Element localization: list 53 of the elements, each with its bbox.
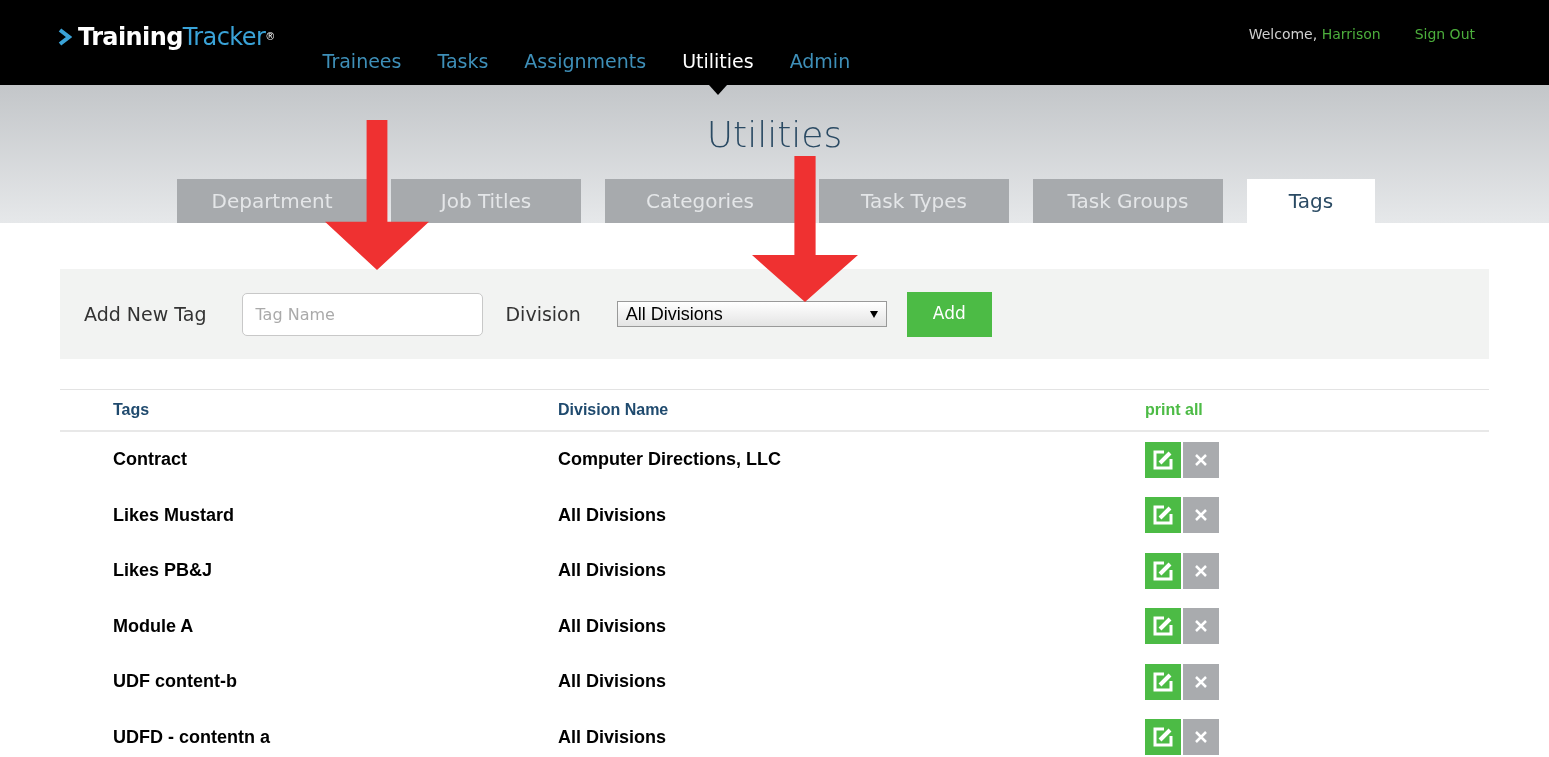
nav-link[interactable]: Assignments bbox=[512, 49, 659, 85]
table-cell-text: Computer Directions, LLC bbox=[558, 448, 782, 472]
close-icon bbox=[1195, 731, 1207, 744]
tag-name-field[interactable]: Tag Name bbox=[242, 292, 484, 336]
edit-button[interactable] bbox=[1145, 719, 1181, 756]
edit-icon bbox=[1152, 559, 1174, 582]
edit-icon bbox=[1152, 726, 1174, 749]
close-icon bbox=[1195, 620, 1207, 633]
sign-out-link[interactable]: Sign Out bbox=[1414, 24, 1475, 45]
table-cell-text: All Divisions bbox=[558, 503, 668, 527]
close-icon bbox=[1195, 564, 1207, 577]
table-cell-text: UDF content-b bbox=[112, 670, 238, 694]
close-icon bbox=[1195, 509, 1207, 522]
table-cell-text: All Divisions bbox=[558, 614, 668, 638]
page-title: Utilities bbox=[706, 113, 843, 157]
table-cell-text: All Divisions bbox=[558, 670, 668, 694]
edit-button[interactable] bbox=[1145, 608, 1181, 645]
close-icon bbox=[1195, 675, 1207, 688]
edit-button[interactable] bbox=[1145, 497, 1181, 534]
delete-button[interactable] bbox=[1183, 552, 1219, 589]
edit-button[interactable] bbox=[1145, 441, 1181, 478]
table-cell-text: UDFD - contentn a bbox=[112, 725, 271, 749]
division-select[interactable]: All Divisions bbox=[616, 301, 887, 327]
edit-icon bbox=[1152, 615, 1174, 638]
delete-button[interactable] bbox=[1183, 719, 1219, 756]
close-icon bbox=[1195, 453, 1207, 466]
table-cell-text: Module A bbox=[112, 614, 195, 638]
table-cell-text: Likes Mustard bbox=[112, 503, 236, 527]
table-cell-text: All Divisions bbox=[558, 559, 668, 583]
edit-button[interactable] bbox=[1145, 552, 1181, 589]
edit-button[interactable] bbox=[1145, 663, 1181, 700]
welcome-text: Welcome, Harrison bbox=[1248, 25, 1381, 44]
column-header: Division Name bbox=[558, 400, 670, 420]
delete-button[interactable] bbox=[1183, 608, 1219, 645]
table-cell-text: All Divisions bbox=[558, 725, 668, 749]
division-label: Division bbox=[505, 301, 581, 327]
nav-link[interactable]: Tasks bbox=[425, 49, 501, 85]
delete-button[interactable] bbox=[1183, 497, 1219, 534]
chevron-icon bbox=[58, 28, 72, 46]
delete-button[interactable] bbox=[1183, 663, 1219, 700]
delete-button[interactable] bbox=[1183, 441, 1219, 478]
edit-icon bbox=[1152, 448, 1174, 471]
brand-logo[interactable]: TrainingTracker$^{®}$ bbox=[78, 22, 275, 52]
table-cell-text: Likes PB&J bbox=[112, 559, 214, 583]
edit-icon bbox=[1152, 504, 1174, 527]
column-header: Tags bbox=[112, 400, 151, 420]
edit-icon bbox=[1152, 670, 1174, 693]
form-label: Add New Tag bbox=[84, 301, 207, 327]
table-cell-text: Contract bbox=[112, 448, 188, 472]
utility-tab[interactable]: Tags bbox=[1247, 179, 1375, 223]
nav-link[interactable]: Trainees bbox=[310, 49, 414, 85]
nav-link[interactable]: Admin bbox=[777, 49, 863, 85]
dropdown-caret-icon bbox=[869, 310, 878, 318]
